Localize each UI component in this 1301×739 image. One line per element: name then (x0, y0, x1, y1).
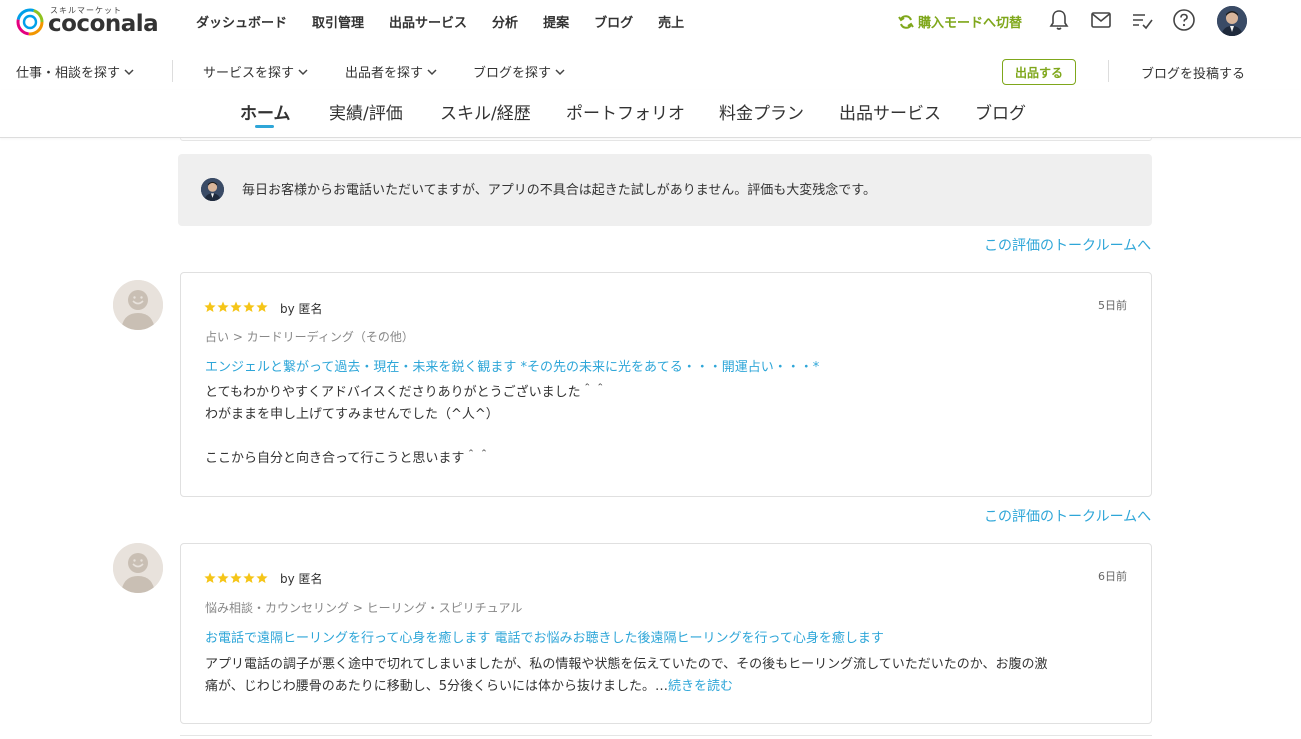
subnav-divider (172, 60, 173, 82)
review-comment: アプリ電話の調子が悪く途中で切れてしまいましたが、私の情報や状態を伝えていたので… (205, 654, 1048, 698)
read-more-link[interactable]: 続きを読む (668, 679, 733, 694)
mode-switch-label: 購入モードへ切替 (918, 16, 1023, 31)
chevron-down-icon (298, 68, 308, 75)
comment-line: とてもわかりやすくアドバイスくださりありがとうございました＾＾ (205, 385, 607, 400)
profile-tabs: ホーム 実績/評価 スキル/経歴 ポートフォリオ 料金プラン 出品サービス ブロ… (0, 90, 1301, 138)
find-sellers-dropdown[interactable]: 出品者を探す (345, 62, 437, 81)
sub-nav: 仕事・相談を探す サービスを探す 出品者を探す ブログを探す (0, 50, 1301, 90)
review-category: 悩み相談・カウンセリング > ヒーリング・スピリチュアル (205, 601, 523, 615)
previous-review-card-edge (180, 138, 1152, 141)
comment-line (205, 426, 607, 448)
star-icon (217, 301, 229, 312)
star-icon (243, 572, 255, 583)
nav-transactions[interactable]: 取引管理 (312, 12, 364, 31)
star-icon (204, 572, 216, 583)
find-services-label: サービスを探す (203, 66, 295, 81)
tab-listed-services[interactable]: 出品サービス (839, 99, 941, 124)
review-card: by 匿名 5日前 占い > カードリーディング（その他） エンジェルと繋がって… (180, 272, 1152, 497)
checklist-icon[interactable] (1130, 8, 1154, 32)
find-jobs-label: 仕事・相談を探す (16, 66, 121, 81)
nav-proposals[interactable]: 提案 (543, 12, 569, 31)
star-rating (204, 301, 268, 313)
post-blog-link[interactable]: ブログを投稿する (1141, 63, 1245, 82)
avatar-photo-icon (201, 178, 224, 201)
star-icon (243, 301, 255, 312)
logo-mark-icon (16, 8, 44, 36)
tab-reviews[interactable]: 実績/評価 (329, 99, 403, 124)
switch-to-buyer-mode[interactable]: 購入モードへ切替 (898, 12, 1022, 31)
chevron-down-icon (427, 68, 437, 75)
comment-line: ここから自分と向き合って行こうと思います＾＾ (205, 451, 491, 466)
tab-home[interactable]: ホーム (240, 99, 291, 124)
tab-blog[interactable]: ブログ (975, 99, 1026, 124)
next-review-card-edge (180, 735, 1152, 739)
nav-analytics[interactable]: 分析 (492, 12, 518, 31)
star-icon (256, 572, 268, 583)
user-avatar-top[interactable] (1217, 6, 1247, 36)
find-blogs-dropdown[interactable]: ブログを探す (473, 62, 565, 81)
review-date: 5日前 (1098, 299, 1127, 312)
review-service-link[interactable]: エンジェルと繋がって過去・現在・未来を鋭く観ます *その先の未来に光をあてる・・… (205, 356, 819, 375)
active-tab-indicator (255, 125, 274, 128)
coconala-logo[interactable]: スキルマーケット coconala (16, 5, 159, 39)
star-icon (230, 301, 242, 312)
star-icon (230, 572, 242, 583)
chevron-down-icon (124, 68, 134, 75)
reviewer-avatar (113, 543, 163, 593)
tab-pricing[interactable]: 料金プラン (719, 99, 804, 124)
review-date: 6日前 (1098, 570, 1127, 583)
seller-reply: 毎日お客様からお電話いただいてますが、アプリの不具合は起きた試しがありません。評… (178, 154, 1152, 226)
star-rating (204, 572, 268, 584)
nav-listed-services[interactable]: 出品サービス (389, 12, 467, 31)
reviewer-avatar (113, 280, 163, 330)
tab-portfolio[interactable]: ポートフォリオ (566, 99, 685, 124)
tab-skills[interactable]: スキル/経歴 (440, 99, 531, 124)
star-icon (217, 572, 229, 583)
default-avatar-icon (113, 543, 163, 593)
find-blogs-label: ブログを探す (473, 66, 552, 81)
avatar-photo-icon (1217, 6, 1247, 36)
nav-sales[interactable]: 売上 (658, 12, 684, 31)
find-services-dropdown[interactable]: サービスを探す (203, 62, 308, 81)
mail-icon[interactable] (1089, 8, 1113, 32)
find-jobs-dropdown[interactable]: 仕事・相談を探す (16, 62, 134, 81)
help-icon[interactable] (1172, 8, 1196, 32)
subnav-divider (1108, 60, 1109, 82)
review-service-link[interactable]: お電話で遠隔ヒーリングを行って心身を癒します 電話でお悩みお聴きした後遠隔ヒーリ… (205, 627, 884, 646)
default-avatar-icon (113, 280, 163, 330)
sell-button[interactable]: 出品する (1002, 59, 1076, 85)
top-header: スキルマーケット coconala ダッシュボード 取引管理 出品サービス 分析… (0, 0, 1301, 44)
comment-line: 痛が、じわじわ腰骨のあたりに移動し、5分後くらいには体から抜けました。…続きを読… (205, 676, 1048, 698)
seller-reply-text: 毎日お客様からお電話いただいてますが、アプリの不具合は起きた試しがありません。評… (242, 183, 877, 198)
talkroom-link[interactable]: この評価のトークルームへ (984, 235, 1151, 255)
nav-blog[interactable]: ブログ (594, 12, 633, 31)
main-nav: ダッシュボード 取引管理 出品サービス 分析 提案 ブログ 売上 (196, 12, 709, 31)
review-comment: とてもわかりやすくアドバイスくださりありがとうございました＾＾ わがままを申し上… (205, 382, 607, 470)
reviewer-name: by 匿名 (280, 572, 323, 586)
chevron-down-icon (555, 68, 565, 75)
comment-line: アプリ電話の調子が悪く途中で切れてしまいましたが、私の情報や状態を伝えていたので… (205, 657, 1048, 672)
talkroom-link[interactable]: この評価のトークルームへ (984, 506, 1151, 526)
comment-line-text: 痛が、じわじわ腰骨のあたりに移動し、5分後くらいには体から抜けました。… (205, 679, 669, 694)
bell-icon[interactable] (1047, 8, 1071, 32)
review-category: 占い > カードリーディング（その他） (205, 330, 414, 344)
comment-line: わがままを申し上げてすみませんでした（^人^） (205, 407, 499, 422)
star-icon (256, 301, 268, 312)
review-card: by 匿名 6日前 悩み相談・カウンセリング > ヒーリング・スピリチュアル お… (180, 543, 1152, 724)
star-icon (204, 301, 216, 312)
reviewer-name: by 匿名 (280, 302, 323, 316)
logo-wordmark: coconala (48, 11, 159, 37)
find-sellers-label: 出品者を探す (345, 66, 424, 81)
seller-avatar (201, 178, 224, 201)
nav-dashboard[interactable]: ダッシュボード (196, 12, 287, 31)
refresh-icon (898, 14, 914, 29)
